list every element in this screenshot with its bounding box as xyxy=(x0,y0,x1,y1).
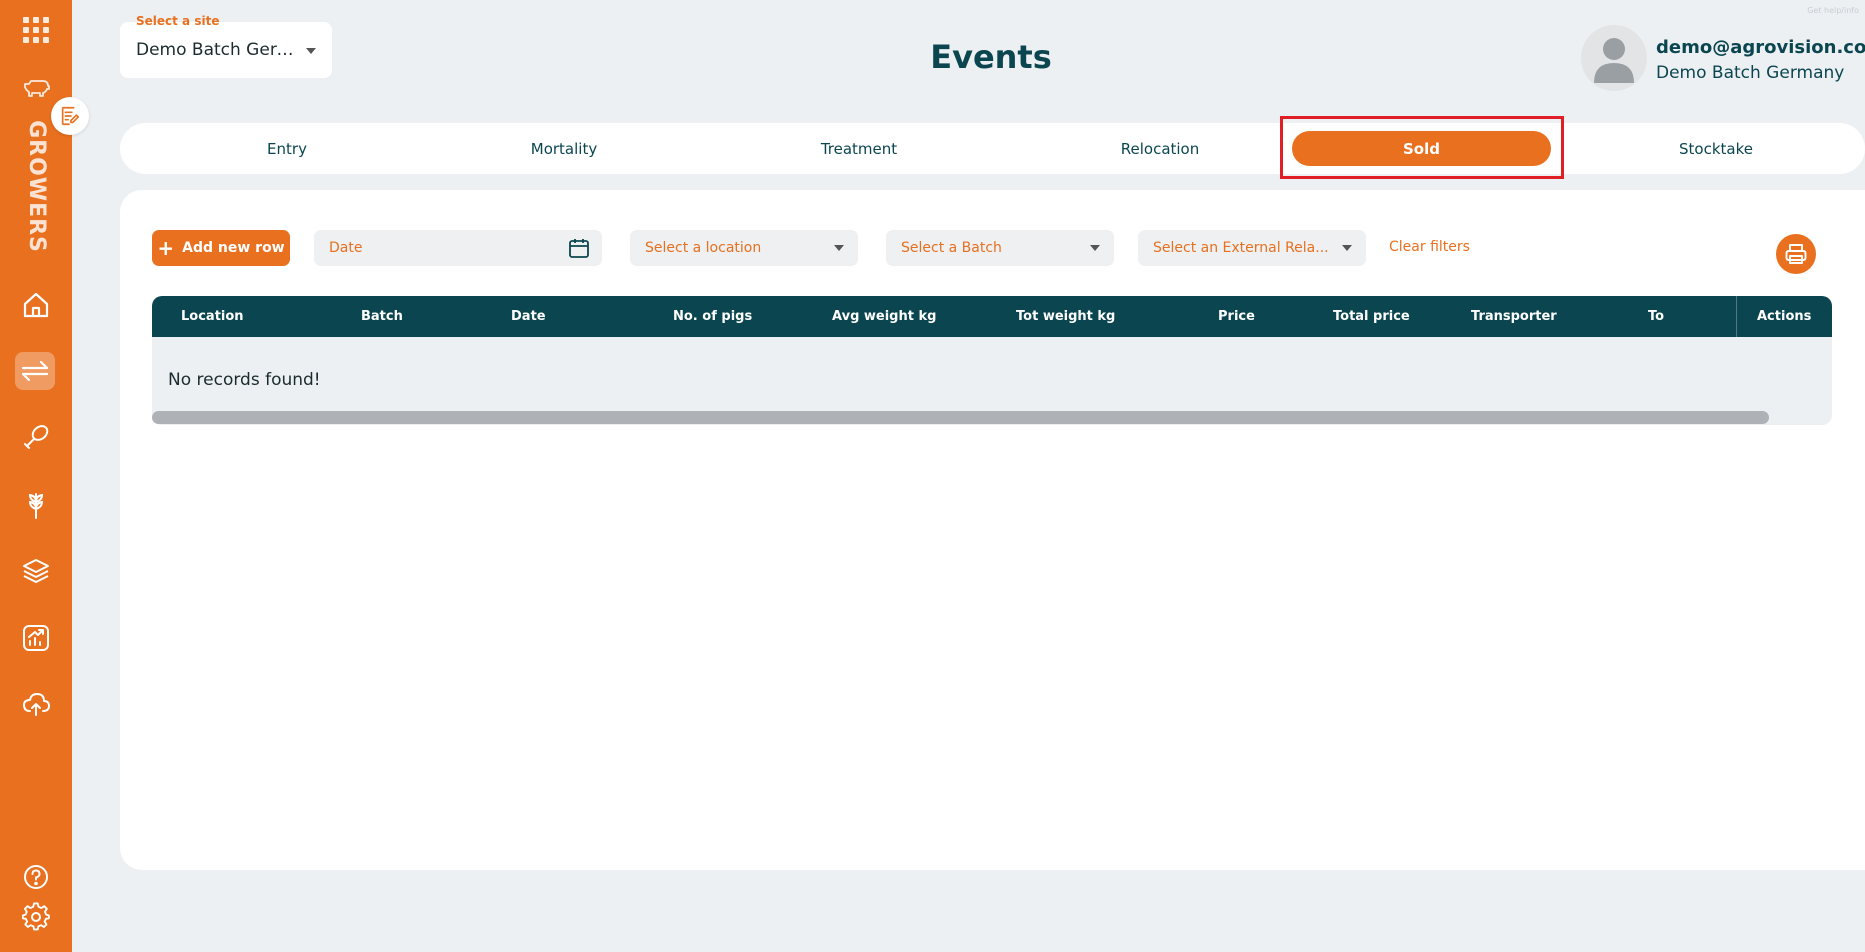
add-new-row-button[interactable]: + Add new row xyxy=(152,230,290,266)
column-divider xyxy=(1736,296,1737,337)
avatar[interactable] xyxy=(1581,25,1647,91)
tab-mortality[interactable]: Mortality xyxy=(500,131,628,166)
external-relation-placeholder: Select an External Rela... xyxy=(1153,240,1329,256)
user-avatar-icon xyxy=(1594,38,1634,83)
section-label: GROWERS xyxy=(23,119,49,253)
reports-chart-icon[interactable] xyxy=(16,618,56,658)
sidebar: GROWERS xyxy=(0,0,72,952)
col-total-price[interactable]: Total price xyxy=(1333,296,1410,337)
empty-message: No records found! xyxy=(168,370,321,390)
col-actions: Actions xyxy=(1757,309,1812,324)
chevron-down-icon xyxy=(1090,245,1100,251)
tab-sold[interactable]: Sold xyxy=(1292,131,1551,166)
col-batch[interactable]: Batch xyxy=(361,296,403,337)
meat-leg-icon[interactable] xyxy=(16,418,56,458)
col-no-of-pigs[interactable]: No. of pigs xyxy=(673,296,752,337)
chevron-down-icon xyxy=(834,245,844,251)
grain-icon[interactable] xyxy=(16,485,56,525)
user-site: Demo Batch Germany xyxy=(1656,63,1845,83)
external-relation-select[interactable]: Select an External Rela... xyxy=(1138,230,1366,266)
calendar-icon[interactable] xyxy=(568,237,590,259)
layers-icon[interactable] xyxy=(16,551,56,591)
help-icon[interactable] xyxy=(16,857,56,897)
col-transporter[interactable]: Transporter xyxy=(1471,296,1557,337)
tab-treatment[interactable]: Treatment xyxy=(790,131,928,166)
clear-filters-link[interactable]: Clear filters xyxy=(1389,239,1470,255)
tab-relocation[interactable]: Relocation xyxy=(1086,131,1234,166)
date-placeholder: Date xyxy=(329,240,363,256)
col-tot-weight[interactable]: Tot weight kg xyxy=(1016,296,1115,337)
location-placeholder: Select a location xyxy=(645,240,762,256)
table-body: No records found! xyxy=(152,337,1832,425)
col-price[interactable]: Price xyxy=(1218,296,1255,337)
col-location[interactable]: Location xyxy=(181,296,244,337)
tab-entry[interactable]: Entry xyxy=(229,131,345,166)
batch-placeholder: Select a Batch xyxy=(901,240,1002,256)
add-new-row-label: Add new row xyxy=(182,240,285,256)
col-date[interactable]: Date xyxy=(511,296,546,337)
cloud-upload-icon[interactable] xyxy=(16,684,56,724)
plus-icon: + xyxy=(157,236,175,260)
col-avg-weight[interactable]: Avg weight kg xyxy=(832,296,936,337)
horizontal-scrollbar[interactable] xyxy=(152,411,1769,424)
home-icon[interactable] xyxy=(16,285,56,325)
event-tabs: Entry Mortality Treatment Relocation Sol… xyxy=(120,123,1865,174)
col-to[interactable]: To xyxy=(1648,296,1664,337)
help-link[interactable]: Get help/info xyxy=(1807,6,1859,15)
chevron-down-icon xyxy=(1342,245,1352,251)
print-button[interactable] xyxy=(1776,234,1816,274)
site-select-label: Select a site xyxy=(136,14,220,28)
events-arrows-icon[interactable] xyxy=(15,352,55,390)
settings-icon[interactable] xyxy=(16,897,56,937)
printer-icon xyxy=(1785,244,1807,264)
table-header: Location Batch Date No. of pigs Avg weig… xyxy=(152,296,1832,337)
date-filter-input[interactable]: Date xyxy=(314,230,602,266)
tab-stocktake[interactable]: Stocktake xyxy=(1642,131,1790,166)
batch-select[interactable]: Select a Batch xyxy=(886,230,1114,266)
notes-edit-icon[interactable] xyxy=(51,97,89,135)
events-card: + Add new row Date Select a location Sel… xyxy=(120,190,1865,870)
user-email: demo@agrovision.com xyxy=(1656,37,1865,58)
location-select[interactable]: Select a location xyxy=(630,230,858,266)
